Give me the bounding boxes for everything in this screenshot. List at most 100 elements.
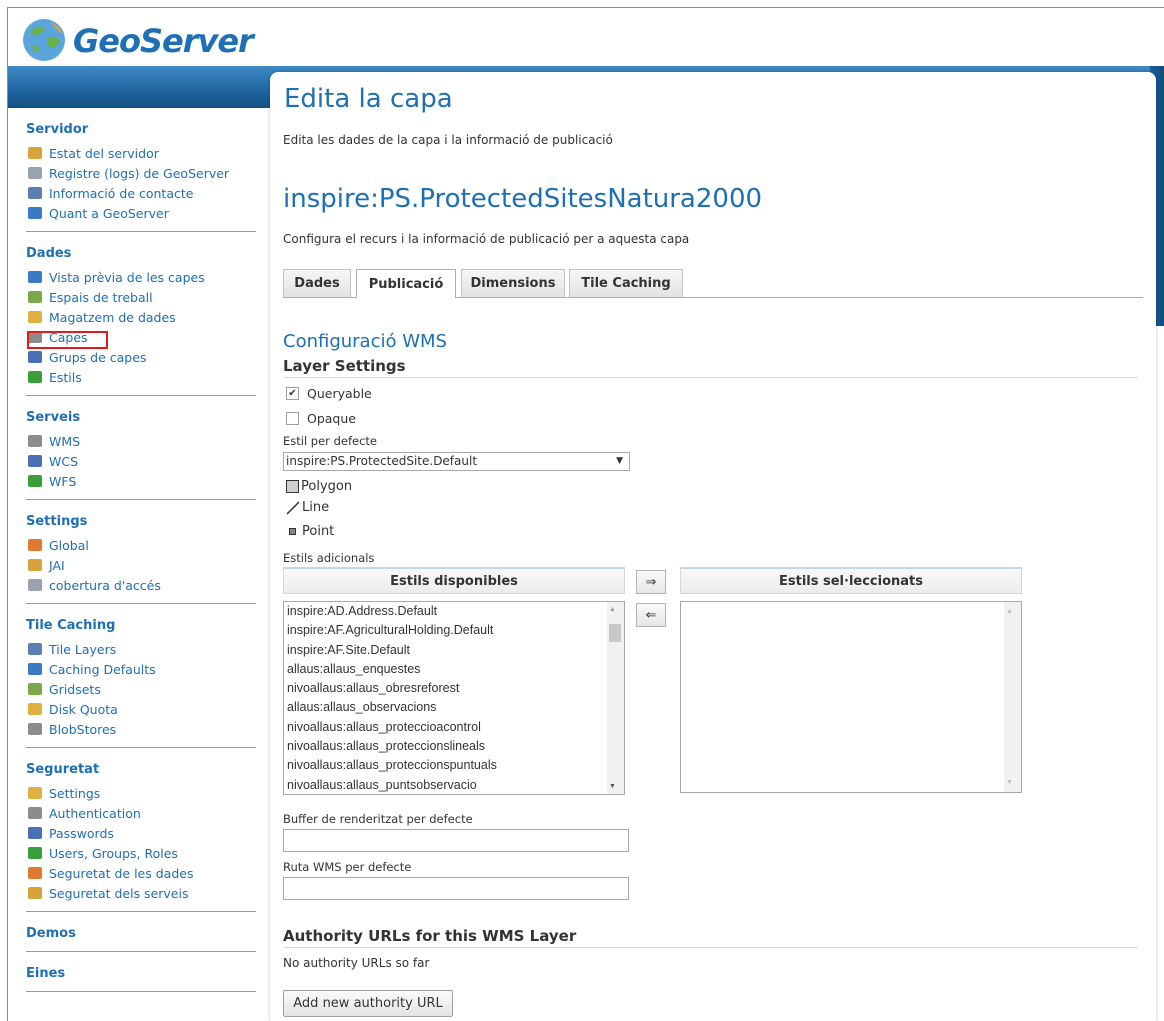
authority-empty-text: No authority URLs so far — [283, 956, 430, 970]
selected-styles-list[interactable]: ▲ ▼ — [680, 601, 1022, 793]
list-item[interactable]: allaus:allaus_enquestes — [284, 660, 624, 679]
legend-polygon: Polygon — [286, 479, 352, 494]
sidebar-item[interactable]: Caching Defaults — [26, 659, 256, 679]
sidebar-section-4: Tile Caching Tile Layers Caching Defaults G… — [26, 604, 256, 748]
sidebar-item-label: Magatzem de dades — [49, 309, 176, 325]
sidebar-item[interactable]: Estils — [26, 367, 256, 387]
app-logo-text[interactable]: GeoServer — [73, 22, 254, 60]
sidebar-item[interactable]: Registre (logs) de GeoServer — [26, 163, 256, 183]
sidebar-item[interactable]: WMS — [26, 431, 256, 451]
sidebar-item[interactable]: Tile Layers — [26, 639, 256, 659]
sidebar-item-label: Authentication — [49, 805, 141, 821]
sidebar-item[interactable]: Users, Groups, Roles — [26, 843, 256, 863]
sidebar-item[interactable]: Quant a GeoServer — [26, 203, 256, 223]
sidebar-item[interactable]: BlobStores — [26, 719, 256, 739]
tab-dimensions[interactable]: Dimensions — [461, 269, 565, 297]
sidebar-item[interactable]: Estat del servidor — [26, 143, 256, 163]
queryable-option[interactable]: ✔ Queryable — [286, 386, 372, 401]
sidebar-item[interactable]: Seguretat de les dades — [26, 863, 256, 883]
sidebar-section-6: Demos — [26, 912, 256, 952]
sidebar-item-label: WCS — [49, 453, 79, 469]
sidebar-item[interactable]: Settings — [26, 783, 256, 803]
sidebar-item[interactable]: WFS — [26, 471, 256, 491]
buffer-input[interactable] — [283, 829, 629, 852]
sidebar-item-label: Global — [49, 537, 89, 553]
sidebar-item-label: Estils — [49, 369, 82, 385]
sidebar-section-title[interactable]: Demos — [26, 926, 256, 941]
sidebar-item[interactable]: Authentication — [26, 803, 256, 823]
move-right-button[interactable]: ⇒ — [636, 570, 666, 594]
sidebar-item[interactable]: Global — [26, 535, 256, 555]
folder-icon — [28, 291, 42, 303]
sidebar-item[interactable]: Vista prèvia de les capes — [26, 267, 256, 287]
opaque-option[interactable]: Opaque — [286, 411, 356, 426]
list-item[interactable]: nivoallaus:allaus_proteccionslineals — [284, 737, 624, 756]
capes-highlight-box — [27, 331, 108, 349]
list-item[interactable]: nivoallaus:allaus_proteccionspuntuals — [284, 756, 624, 775]
list-item[interactable]: nivoallaus:allaus_obresreforest — [284, 679, 624, 698]
list-item[interactable]: nivoallaus:allaus_proteccioacontrol — [284, 718, 624, 737]
geoserver-globe-icon — [23, 19, 65, 61]
list-item[interactable]: nivoallaus:allaus_puntsobservacio — [284, 776, 624, 795]
sidebar-item[interactable]: Disk Quota — [26, 699, 256, 719]
blobstore-icon — [28, 723, 42, 735]
tab-tile-caching[interactable]: Tile Caching — [569, 269, 683, 297]
layer-preview-icon — [28, 271, 42, 283]
sidebar-item[interactable]: JAI — [26, 555, 256, 575]
list-item[interactable]: inspire:AF.AgriculturalHolding.Default — [284, 621, 624, 640]
sidebar-item[interactable]: Espais de treball — [26, 287, 256, 307]
available-styles-list[interactable]: ▲ ▼ inspire:AD.Address.Default inspire:AF… — [283, 601, 625, 795]
wms-path-input[interactable] — [283, 877, 629, 900]
line-icon — [286, 500, 300, 515]
sidebar-section-1: Dades Vista prèvia de les capes Espais de … — [26, 232, 256, 396]
tab-dades[interactable]: Dades — [283, 269, 351, 297]
selected-styles-scrollbar[interactable]: ▲ ▼ — [1004, 602, 1021, 792]
layer-groups-icon — [28, 351, 42, 363]
selected-styles-header: Estils sel·leccionats — [680, 567, 1022, 594]
sidebar-section-title: Seguretat — [26, 762, 100, 777]
sidebar-item-label: Grups de capes — [49, 349, 147, 365]
jai-icon — [28, 559, 42, 571]
palette-icon — [28, 371, 42, 383]
sidebar-item[interactable]: Gridsets — [26, 679, 256, 699]
sidebar-section-5: Seguretat Settings Authentication Passwords… — [26, 748, 256, 912]
sidebar-section-title: Dades — [26, 246, 72, 261]
service-security-icon — [28, 887, 42, 899]
layer-settings-title: Layer Settings — [283, 357, 1138, 378]
sidebar-item[interactable]: Magatzem de dades — [26, 307, 256, 327]
move-left-button[interactable]: ⇐ — [636, 603, 666, 627]
default-style-select[interactable]: inspire:PS.ProtectedSite.Default ▼ — [283, 452, 630, 471]
tab-publicacio[interactable]: Publicació — [356, 269, 456, 298]
sidebar-item-label: Vista prèvia de les capes — [49, 269, 205, 285]
list-item[interactable]: inspire:AF.Site.Default — [284, 641, 624, 660]
sidebar-item-label: Caching Defaults — [49, 661, 156, 677]
chevron-down-icon: ▼ — [616, 456, 623, 466]
opaque-checkbox[interactable] — [286, 412, 299, 425]
service-icon — [28, 455, 42, 467]
datastore-icon — [28, 311, 42, 323]
default-style-value: inspire:PS.ProtectedSite.Default — [286, 454, 478, 468]
sidebar-section-7: Eines — [26, 952, 256, 992]
sidebar-item[interactable]: Passwords — [26, 823, 256, 843]
available-styles-scrollbar[interactable]: ▲ ▼ — [607, 602, 624, 794]
sidebar-item-label: JAI — [49, 557, 65, 573]
list-item[interactable]: inspire:AD.Address.Default — [284, 602, 624, 621]
sidebar-section-title: Servidor — [26, 122, 89, 137]
sidebar-item[interactable]: cobertura d'accés — [26, 575, 256, 595]
sidebar-item[interactable]: Grups de capes — [26, 347, 256, 367]
wms-path-label: Ruta WMS per defecte — [283, 860, 412, 874]
sidebar-section-title[interactable]: Eines — [26, 966, 256, 981]
sidebar-item[interactable]: Seguretat dels serveis — [26, 883, 256, 903]
list-item[interactable]: allaus:allaus_observacions — [284, 698, 624, 717]
page-title: Edita la capa — [284, 84, 453, 114]
add-authority-url-button[interactable]: Add new authority URL — [283, 990, 453, 1017]
queryable-checkbox[interactable]: ✔ — [286, 387, 299, 400]
sidebar-section-title: Tile Caching — [26, 618, 116, 633]
sidebar-item[interactable]: Informació de contacte — [26, 183, 256, 203]
sidebar-item[interactable]: WCS — [26, 451, 256, 471]
key-icon — [28, 787, 42, 799]
point-icon — [289, 528, 296, 535]
coverage-access-icon — [28, 579, 42, 591]
legend-line-label: Line — [302, 500, 330, 515]
sidebar-section-2: Serveis WMS WCS WFS — [26, 396, 256, 500]
